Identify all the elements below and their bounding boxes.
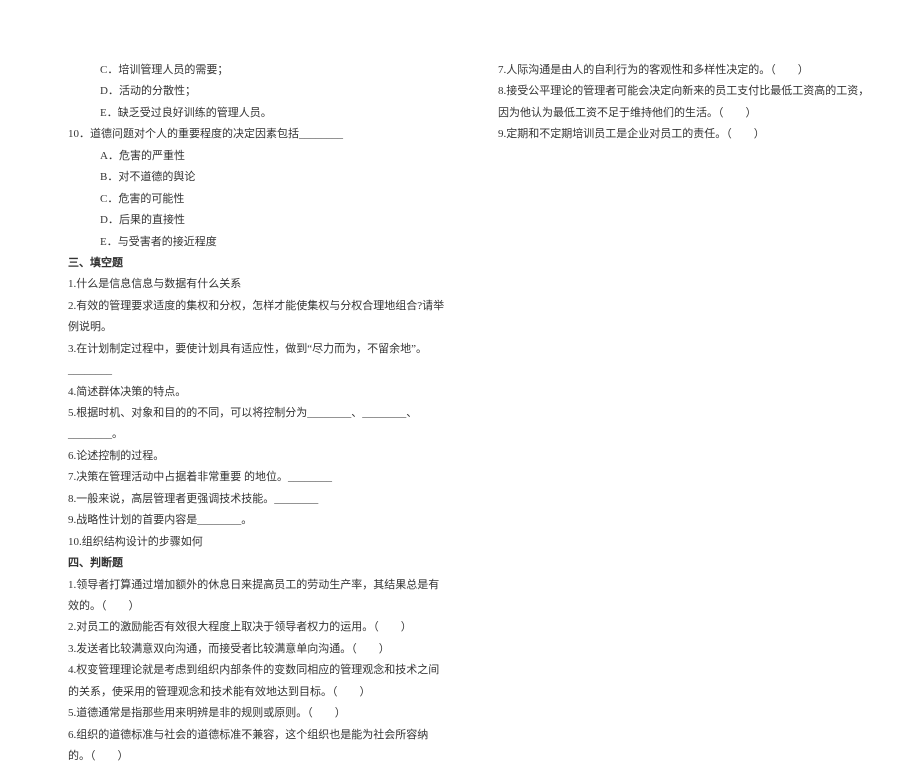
left-column: C．培训管理人员的需要； D．活动的分散性； E．缺乏受过良好训练的管理人员。 … — [60, 60, 450, 631]
section4-q9: 9.定期和不定期培训员工是企业对员工的责任。（ ） — [490, 124, 880, 145]
section4-q8: 8.接受公平理论的管理者可能会决定向新来的员工支付比最低工资高的工资，因为他认为… — [490, 81, 880, 124]
section3-q7: 7.决策在管理活动中占据着非常重要 的地位。________ — [60, 467, 450, 488]
section3-q1: 1.什么是信息信息与数据有什么关系 — [60, 274, 450, 295]
section3-q2: 2.有效的管理要求适度的集权和分权，怎样才能使集权与分权合理地组合?请举例说明。 — [60, 296, 450, 339]
right-column: 7.人际沟通是由人的自利行为的客观性和多样性决定的。（ ） 8.接受公平理论的管… — [490, 60, 880, 631]
option-c: C．培训管理人员的需要； — [60, 60, 450, 81]
section3-q6: 6.论述控制的过程。 — [60, 446, 450, 467]
section4-q3: 3.发送者比较满意双向沟通，而接受者比较满意单向沟通。（ ） — [60, 639, 450, 660]
option-d: D．活动的分散性； — [60, 81, 450, 102]
section4-q7: 7.人际沟通是由人的自利行为的客观性和多样性决定的。（ ） — [490, 60, 880, 81]
section3-q9: 9.战略性计划的首要内容是________。 — [60, 510, 450, 531]
q10-stem: 10．道德问题对个人的重要程度的决定因素包括________ — [60, 124, 450, 145]
section4-q1: 1.领导者打算通过增加额外的休息日来提高员工的劳动生产率，其结果总是有效的。（ … — [60, 575, 450, 618]
section3-q3: 3.在计划制定过程中，要使计划具有适应性，做到“尽力而为，不留余地”。_____… — [60, 339, 450, 382]
section4-q5: 5.道德通常是指那些用来明辨是非的规则或原则。（ ） — [60, 703, 450, 724]
section3-title: 三、填空题 — [60, 253, 450, 274]
q10-option-c: C．危害的可能性 — [60, 189, 450, 210]
q10-option-e: E．与受害者的接近程度 — [60, 232, 450, 253]
q10-option-a: A．危害的严重性 — [60, 146, 450, 167]
section3-q4: 4.简述群体决策的特点。 — [60, 382, 450, 403]
section4-q4: 4.权变管理理论就是考虑到组织内部条件的变数同相应的管理观念和技术之间的关系，使… — [60, 660, 450, 703]
q10-option-d: D．后果的直接性 — [60, 210, 450, 231]
section4-q6: 6.组织的道德标准与社会的道德标准不兼容，这个组织也是能为社会所容纳的。（ ） — [60, 725, 450, 767]
section4-q2: 2.对员工的激励能否有效很大程度上取决于领导者权力的运用。（ ） — [60, 617, 450, 638]
section4-title: 四、判断题 — [60, 553, 450, 574]
option-e: E．缺乏受过良好训练的管理人员。 — [60, 103, 450, 124]
q10-option-b: B．对不道德的舆论 — [60, 167, 450, 188]
section3-q10: 10.组织结构设计的步骤如何 — [60, 532, 450, 553]
section3-q8: 8.一般来说，高层管理者更强调技术技能。________ — [60, 489, 450, 510]
section3-q5: 5.根据时机、对象和目的的不同，可以将控制分为________、________… — [60, 403, 450, 446]
